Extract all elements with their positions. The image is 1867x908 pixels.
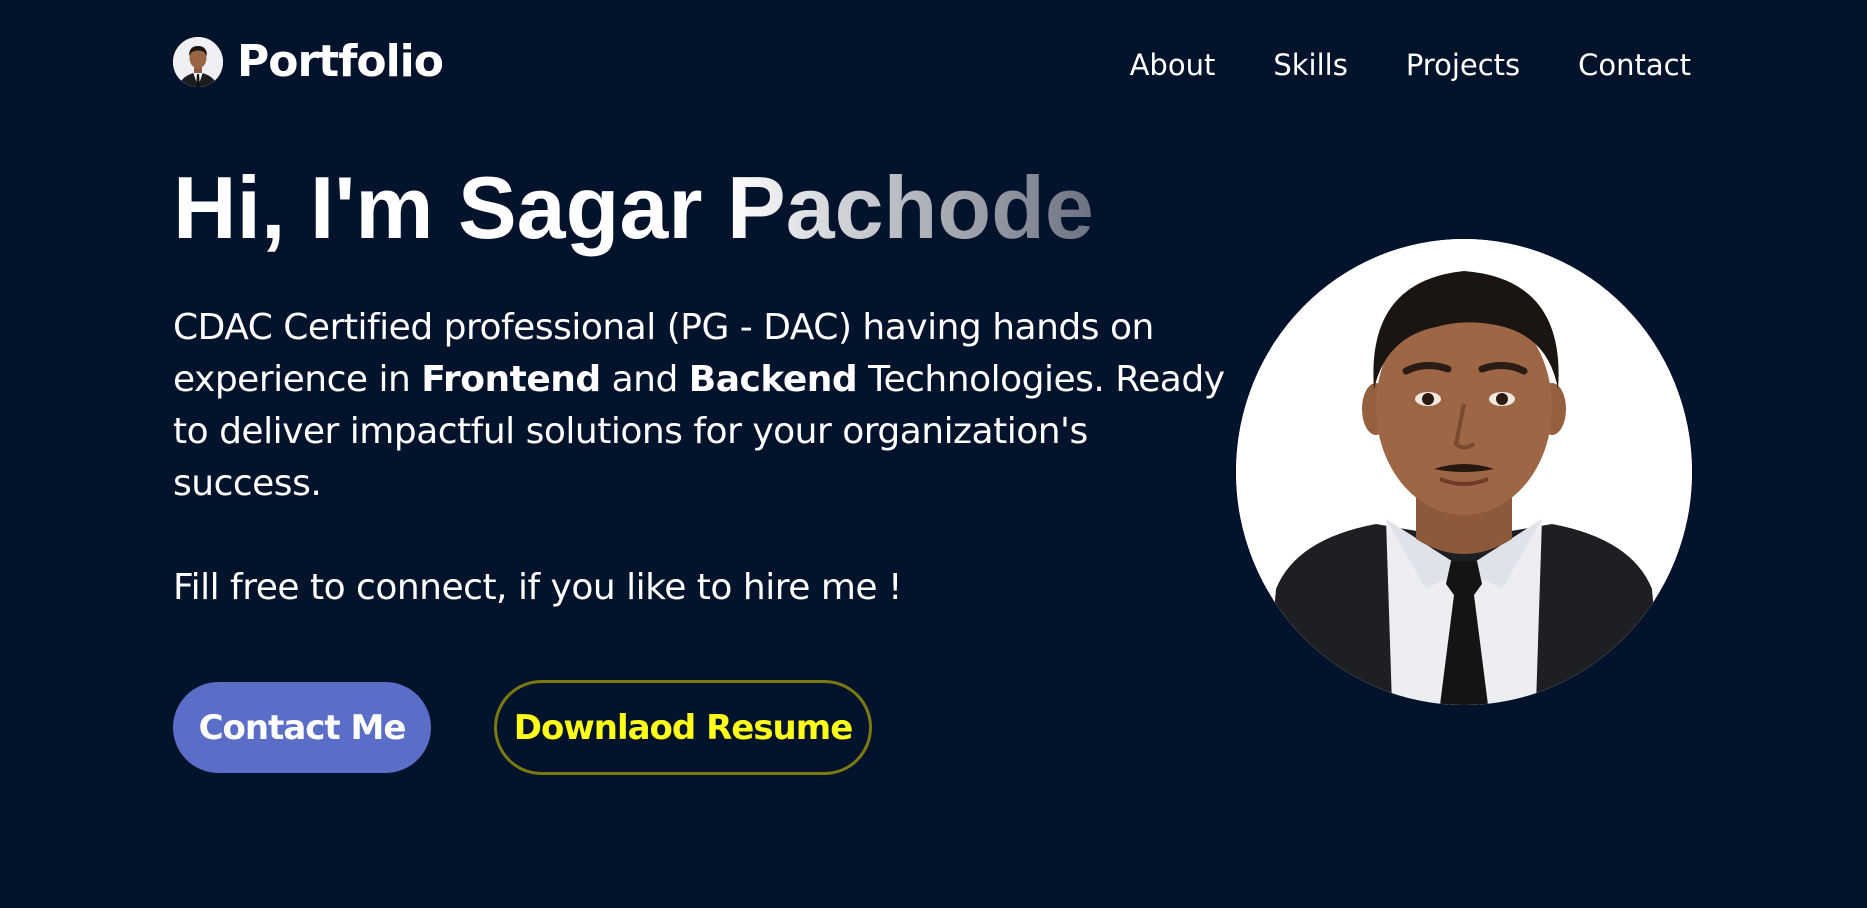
contact-me-button[interactable]: Contact Me xyxy=(173,682,431,773)
hero-desc-text-2: and xyxy=(600,359,689,400)
hero-desc-backend: Backend xyxy=(688,359,858,400)
nav-link-projects[interactable]: Projects xyxy=(1406,48,1520,82)
avatar xyxy=(173,37,223,87)
nav-link-about[interactable]: About xyxy=(1130,48,1216,82)
brand-name: Portfolio xyxy=(237,36,444,87)
brand-logo[interactable]: Portfolio xyxy=(173,36,444,87)
profile-photo xyxy=(1236,239,1692,705)
portfolio-page: Portfolio About Skills Projects Contact … xyxy=(0,0,1867,908)
nav-links: About Skills Projects Contact xyxy=(1130,48,1691,82)
avatar-portrait-icon xyxy=(173,37,223,87)
download-resume-button[interactable]: Downlaod Resume xyxy=(494,680,872,775)
hero-desc-frontend: Frontend xyxy=(421,359,601,400)
navbar: Portfolio About Skills Projects Contact xyxy=(173,34,1691,92)
profile-portrait-icon xyxy=(1236,239,1692,705)
nav-link-skills[interactable]: Skills xyxy=(1273,48,1347,82)
hero-description: CDAC Certified professional (PG - DAC) h… xyxy=(173,302,1233,510)
hire-me-text: Fill free to connect, if you like to hir… xyxy=(173,567,902,608)
hero-title: Hi, I'm Sagar Pachode xyxy=(173,158,1094,257)
nav-link-contact[interactable]: Contact xyxy=(1578,48,1691,82)
